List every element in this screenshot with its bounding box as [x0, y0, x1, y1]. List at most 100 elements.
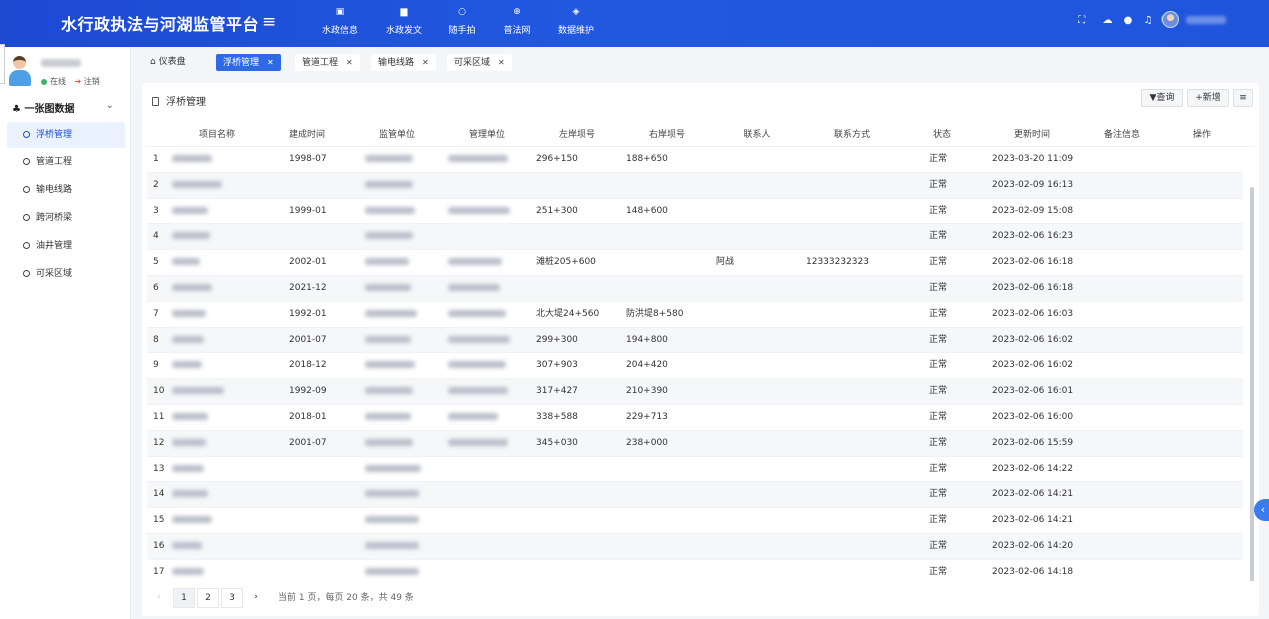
nav-item-data-maintenance[interactable]: ◈ 数据维护	[546, 6, 606, 36]
table-row[interactable]: 4 正常 2023-02-06 16:23	[147, 224, 1243, 251]
next-page-button[interactable]: ›	[245, 588, 267, 608]
redacted-text	[365, 542, 419, 549]
hamburger-icon[interactable]: ≡	[262, 12, 276, 32]
col-header[interactable]: 监管单位	[372, 123, 422, 147]
close-icon[interactable]: ✕	[498, 58, 505, 67]
redacted-text	[365, 180, 413, 188]
circle-icon	[23, 270, 30, 277]
col-header[interactable]: 项目名称	[192, 123, 242, 147]
tab-power-line[interactable]: 输电线路 ✕	[371, 54, 436, 71]
tab-dashboard[interactable]: ⌂ 仪表盘	[143, 54, 193, 71]
page-button[interactable]: 1	[173, 588, 195, 608]
table-cell-manager-redacted	[448, 353, 506, 378]
table-cell-name-redacted	[172, 353, 202, 378]
col-header[interactable]: 右岸坝号	[642, 123, 692, 147]
layers-icon: ◈	[572, 7, 580, 17]
table-row[interactable]: 9 2018-12 307+903 204+420 正常 2023-02-06 16:02	[147, 353, 1243, 380]
table-row[interactable]: 16 正常 2023-02-06 14:20	[147, 534, 1243, 560]
menu-icon[interactable]: ≡	[1233, 89, 1253, 107]
table-row[interactable]: 2 正常 2023-02-09 16:13	[147, 172, 1243, 199]
tab-mining-area[interactable]: 可采区域 ✕	[447, 54, 512, 71]
sidebar-item-mining-area[interactable]: 可采区域	[7, 261, 125, 287]
table-row[interactable]: 6 2021-12 正常 2023-02-06 16:18	[147, 276, 1243, 302]
circle-icon	[23, 186, 30, 193]
table-row[interactable]: 12 2001-07 345+030 238+000 正常 2023-02-06 15:5…	[147, 430, 1243, 457]
tab-floating-bridge[interactable]: 浮桥管理 ✕	[216, 54, 281, 71]
tab-pipeline[interactable]: 管道工程 ✕	[295, 54, 360, 71]
table-cell-right-dam: 204+420	[626, 360, 668, 371]
table-row[interactable]: 13 正常 2023-02-06 14:22	[147, 457, 1243, 483]
sidebar-user-name	[41, 59, 81, 67]
col-header[interactable]: 备注信息	[1097, 123, 1147, 147]
redacted-text	[365, 155, 413, 162]
col-header[interactable]: 建成时间	[282, 123, 332, 147]
col-header[interactable]: 管理单位	[462, 123, 512, 147]
table-row[interactable]: 17 正常 2023-02-06 14:18	[147, 560, 1243, 581]
table-row[interactable]: 11 2018-01 338+588 229+713 正常 2023-02-06 16:0…	[147, 405, 1243, 431]
table-row[interactable]: 14 正常 2023-02-06 14:21	[147, 482, 1243, 509]
close-icon[interactable]: ✕	[346, 58, 353, 67]
table-cell-status: 正常	[929, 360, 948, 371]
col-header[interactable]: 操作	[1182, 123, 1222, 147]
table-row[interactable]: 3 1999-01 251+300 148+600 正常 2023-02-09 15:08	[147, 199, 1243, 225]
nav-item-water-docs[interactable]: ▆ 水政发文	[374, 6, 434, 36]
sidebar-group-label: 一张图数据	[24, 104, 75, 115]
table-cell-manager-redacted	[448, 199, 510, 224]
sidebar-item-label: 跨河桥梁	[36, 213, 73, 223]
prev-page-button[interactable]: ‹	[148, 588, 170, 608]
user-name[interactable]	[1186, 16, 1226, 24]
chevron-left-icon[interactable]: ‹	[1254, 499, 1269, 521]
table-cell-supervisor-redacted	[365, 482, 419, 507]
table-cell-updated: 2023-02-06 15:59	[992, 437, 1074, 448]
sidebar-item-oil-well[interactable]: 油井管理	[7, 233, 125, 259]
sidebar-item-river-bridge[interactable]: 跨河桥梁	[7, 205, 125, 231]
sidebar-item-floating-bridge[interactable]: 浮桥管理	[7, 122, 125, 148]
table-cell-manager-redacted	[448, 431, 508, 456]
page-button[interactable]: 2	[197, 588, 219, 608]
close-icon[interactable]: ✕	[267, 58, 274, 67]
vertical-scrollbar[interactable]	[1250, 187, 1254, 581]
data-table: 项目名称 建成时间 监管单位 管理单位 左岸坝号 右岸坝号 联系人 联系方式 状…	[147, 123, 1254, 581]
page-title: 浮桥管理	[152, 93, 206, 108]
dashboard-icon[interactable]: ☁	[1102, 15, 1112, 26]
col-header[interactable]: 更新时间	[1007, 123, 1057, 147]
table-cell-built: 2002-01	[289, 257, 327, 268]
user-avatar[interactable]	[1162, 11, 1179, 28]
table-cell-built: 1999-01	[289, 205, 327, 216]
close-icon[interactable]: ✕	[422, 58, 429, 67]
nav-item-law-site[interactable]: ⊕ 普法网	[487, 6, 547, 36]
table-cell-status: 正常	[929, 566, 948, 577]
col-header[interactable]: 联系人	[732, 123, 782, 147]
sidebar-item-power-line[interactable]: 输电线路	[7, 177, 125, 203]
table-cell-name-redacted	[172, 508, 212, 533]
table-row[interactable]: 1 1998-07 296+150 188+650 正常 2023-03-20 11:09	[147, 147, 1243, 173]
sidebar-group-map-data[interactable]: ♣ 一张图数据 ⌄	[12, 100, 124, 116]
table-row[interactable]: 10 1992-09 317+427 210+390 正常 2023-02-06 16:0…	[147, 379, 1243, 405]
page-button[interactable]: 3	[221, 588, 243, 608]
logout-icon[interactable]: ➔	[75, 77, 82, 86]
table-row[interactable]: 15 正常 2023-02-06 14:21	[147, 508, 1243, 534]
group-icon: ♣	[12, 104, 21, 115]
col-header[interactable]: 状态	[922, 123, 962, 147]
fullscreen-icon[interactable]: ⛶	[1078, 15, 1085, 26]
toggle-icon[interactable]: ●	[1124, 15, 1133, 26]
table-cell-supervisor-redacted	[365, 250, 409, 275]
sidebar-item-pipeline[interactable]: 管道工程	[7, 149, 125, 175]
user-status: 在线 ➔ 注销	[41, 76, 100, 87]
logout-link[interactable]: 注销	[84, 77, 100, 86]
table-cell-built: 1992-09	[289, 386, 327, 397]
nav-item-water-info[interactable]: ▣ 水政信息	[310, 6, 370, 36]
table-cell-phone: 12333232323	[806, 257, 869, 268]
query-button[interactable]: ▼查询	[1141, 89, 1183, 107]
nav-item-snapshot[interactable]: ○ 随手拍	[432, 6, 492, 36]
bell-icon[interactable]: ♫	[1144, 15, 1153, 26]
plus-icon: +	[1195, 93, 1203, 103]
col-header[interactable]: 联系方式	[822, 123, 882, 147]
table-row[interactable]: 7 1992-01 北大堤24+560 防洪堤8+580 正常 2023-02-06 16…	[147, 302, 1243, 328]
col-header[interactable]: 左岸坝号	[552, 123, 602, 147]
table-cell-no: 2	[153, 179, 159, 190]
add-button[interactable]: +新增	[1187, 89, 1229, 107]
table-row[interactable]: 8 2001-07 299+300 194+800 正常 2023-02-06 16:02	[147, 327, 1243, 354]
table-row[interactable]: 5 2002-01 滩桩205+600 阿战 12333232323 正常 2023-02-…	[147, 250, 1243, 276]
sidebar-collapse-handle[interactable]	[0, 44, 5, 84]
